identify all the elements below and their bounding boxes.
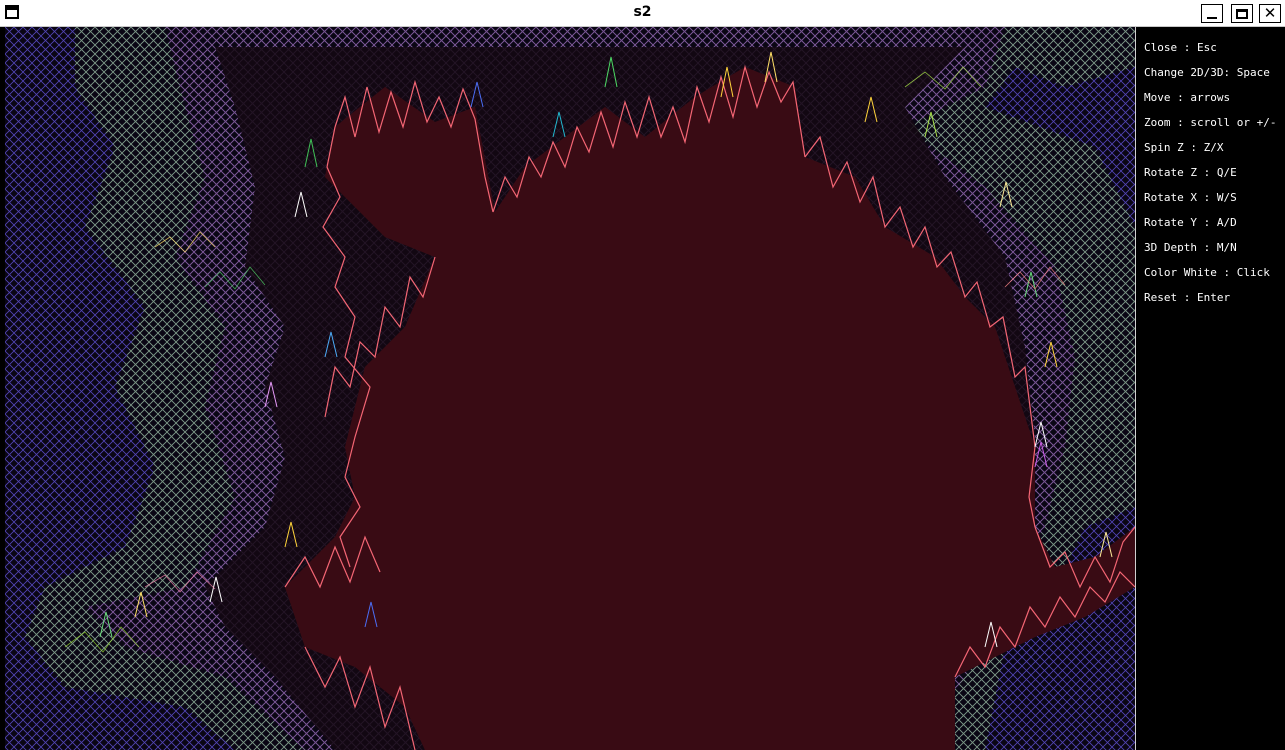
wireframe-render[interactable] xyxy=(5,27,1135,750)
minimize-button[interactable] xyxy=(1201,4,1223,23)
help-reset: Reset : Enter xyxy=(1144,291,1231,304)
help-rotate-z: Rotate Z : Q/E xyxy=(1144,166,1237,179)
help-spin-z: Spin Z : Z/X xyxy=(1144,141,1224,154)
help-rotate-x: Rotate X : W/S xyxy=(1144,191,1237,204)
minimize-icon xyxy=(1207,17,1217,19)
help-rotate-y: Rotate Y : A/D xyxy=(1144,216,1237,229)
wireframe-canvas[interactable] xyxy=(5,27,1135,750)
help-zoom: Zoom : scroll or +/- xyxy=(1144,116,1277,129)
window-client-area: Close : Esc Change 2D/3D: Space Move : a… xyxy=(0,27,1285,750)
close-button[interactable]: ✕ xyxy=(1259,4,1281,23)
help-color-white: Color White : Click xyxy=(1144,266,1270,279)
close-icon: ✕ xyxy=(1263,4,1277,22)
panel-divider xyxy=(1135,27,1136,750)
help-close: Close : Esc xyxy=(1144,41,1217,54)
maximize-icon xyxy=(1236,8,1248,19)
help-3d-depth: 3D Depth : M/N xyxy=(1144,241,1237,254)
window-title: s2 xyxy=(633,4,652,20)
title-bar[interactable]: s2 ✕ xyxy=(0,0,1285,27)
controls-help-panel: Close : Esc Change 2D/3D: Space Move : a… xyxy=(1137,27,1285,750)
help-toggle-2d-3d: Change 2D/3D: Space xyxy=(1144,66,1270,79)
maximize-button[interactable] xyxy=(1231,4,1253,23)
help-move: Move : arrows xyxy=(1144,91,1231,104)
